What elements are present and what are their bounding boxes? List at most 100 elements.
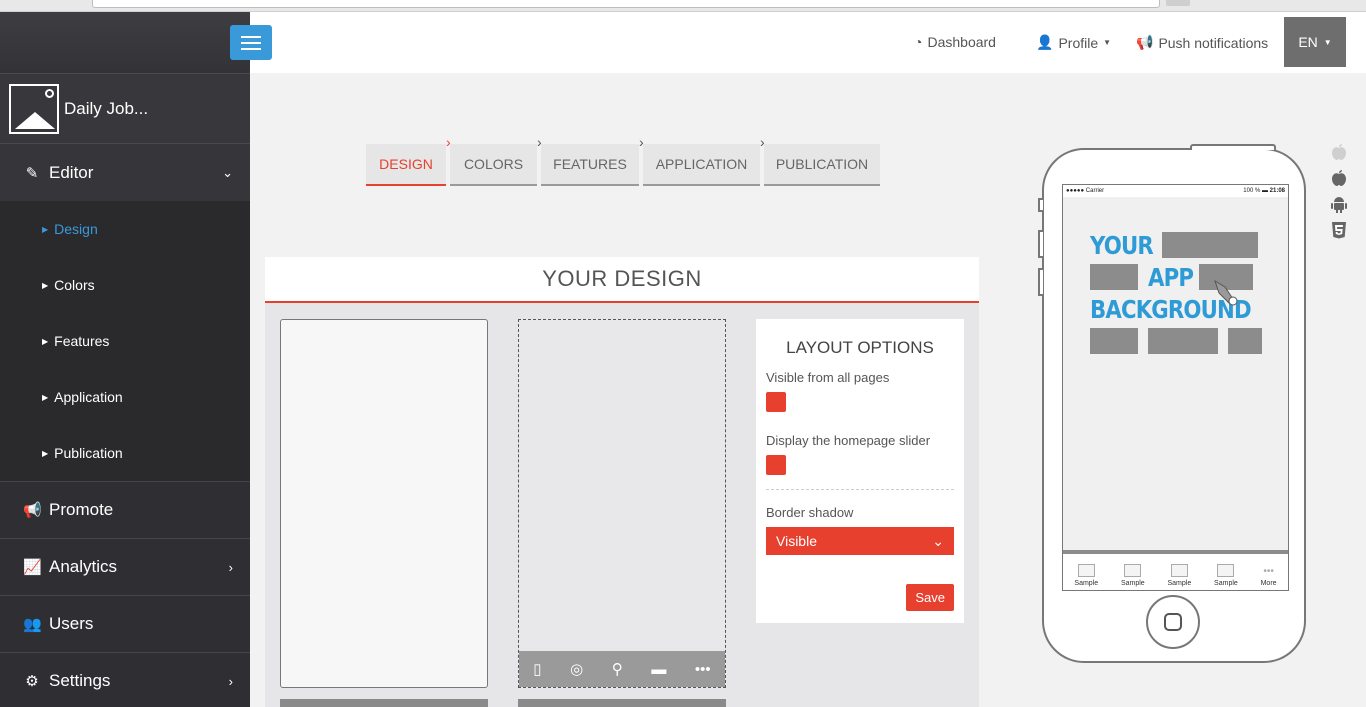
tab-label: Sample [1214,580,1238,587]
sidebar-item-promote[interactable]: 📢 Promote [0,482,250,539]
tab-icon [1124,564,1142,577]
search-icon: ⚲ [611,661,623,678]
phone-screen: ●●●●● Carrier 100 % ▬ 21:08 YOUR APP BAC… [1062,184,1289,591]
layout-preview-selected[interactable] [280,319,488,688]
users-icon: 👥 [23,616,42,633]
step-publication[interactable]: PUBLICATION [764,144,880,186]
language-dropdown[interactable]: EN ▼ [1284,17,1346,67]
subitem-label: Features [54,333,110,349]
page-icon: ▯ [533,661,542,678]
sidebar-subitem-publication[interactable]: ▶ Publication [0,425,250,481]
subitem-label: Design [54,221,98,237]
sidebar-item-settings[interactable]: ⚙ Settings › [0,653,250,707]
nav-profile[interactable]: 👤 Profile ▼ [1036,34,1111,51]
settings-icon: ◎ [570,661,584,678]
ios-legacy-icon[interactable] [1330,142,1348,162]
subitem-label: Colors [54,277,95,293]
preview-tabbar: ▯ ◎ ⚲ ▬ ••• [519,651,725,687]
top-navbar: ◔ Dashboard 👤 Profile ▼ 📢 Push notificat… [250,12,1366,73]
sidebar: Daily Job... ✎ Editor ⌄ ▶ Design ▶ Colors … [0,12,250,707]
phone-side-button [1038,198,1043,212]
step-label: COLORS [463,156,524,172]
phone-tab[interactable]: Sample [1214,564,1238,587]
megaphone-icon: 📢 [1136,34,1154,50]
homepage-slider-checkbox[interactable] [766,455,786,475]
placeholder-bar [1090,328,1138,354]
subitem-label: Application [54,389,123,405]
sidebar-subitem-features[interactable]: ▶ Features [0,313,250,369]
phone-tab-more[interactable]: ••• More [1261,566,1277,587]
sidebar-header [0,12,250,73]
carrier-label: ●●●●● Carrier [1066,188,1105,194]
step-design[interactable]: DESIGN [366,144,446,186]
sidebar-item-editor[interactable]: ✎ Editor ⌄ [0,144,250,201]
app-image-icon [9,83,59,134]
dashboard-icon: ◔ [914,34,923,50]
app-selector[interactable]: Daily Job... [0,73,250,144]
html5-icon[interactable] [1330,220,1348,240]
phone-tab[interactable]: Sample [1167,564,1192,587]
caret-down-icon: ▼ [1103,38,1112,47]
visible-all-pages-checkbox[interactable] [766,392,786,412]
paint-brush-icon [1214,279,1238,306]
menu-toggle-button[interactable] [230,25,272,60]
homepage-slider-label: Display the homepage slider [766,433,931,448]
sidebar-item-label: Analytics [49,557,118,576]
step-colors[interactable]: COLORS [450,144,537,186]
phone-tab[interactable]: Sample [1121,564,1145,587]
tab-label: Sample [1120,580,1145,587]
sidebar-item-analytics[interactable]: 📈 Analytics › [0,539,250,596]
sidebar-item-users[interactable]: 👥 Users [0,596,250,653]
pencil-icon: ✎ [25,164,39,182]
sidebar-item-label: Promote [49,500,114,519]
phone-tabbar: Sample Sample Sample Sample ••• More [1063,550,1288,590]
phone-top-button [1190,144,1276,150]
nav-label: Push notifications [1158,34,1269,51]
address-bar[interactable] [92,0,1160,8]
design-title: YOUR DESIGN [265,257,979,303]
line-chart-icon: 📈 [23,559,42,576]
step-label: PUBLICATION [775,156,869,172]
more-icon: ••• [694,660,711,678]
language-label: EN [1298,34,1318,50]
app-name: Daily Job... [64,98,149,118]
placeholder-bar [1090,264,1138,290]
border-shadow-label: Border shadow [766,505,854,520]
caret-down-icon: ▼ [1323,37,1332,47]
design-panel: YOUR DESIGN ▯ ◎ ⚲ ▬ ••• LAYOUT OPTIONS V… [265,257,979,707]
gears-icon: ⚙ [25,673,39,690]
android-icon[interactable] [1330,194,1348,214]
user-icon: 👤 [1036,34,1054,50]
tab-icon [1217,564,1235,577]
chevron-down-icon: ⌄ [222,164,233,180]
sidebar-subitem-colors[interactable]: ▶ Colors [0,257,250,313]
editor-submenu: ▶ Design ▶ Colors ▶ Features ▶ Application ▶… [0,201,250,482]
step-label: DESIGN [379,156,433,172]
tab-label: Sample [1167,580,1192,587]
divider [766,489,954,490]
nav-dashboard[interactable]: ◔ Dashboard [914,34,996,50]
subitem-label: Publication [54,445,123,461]
chevron-right-icon: › [228,559,233,575]
megaphone-icon: 📢 [23,502,42,519]
border-shadow-select[interactable]: Visible ⌄ [766,527,954,555]
placeholder-bar [1228,328,1262,354]
apple-icon[interactable] [1330,168,1348,188]
phone-side-button [1038,268,1043,296]
phone-side-button [1038,230,1043,258]
layout-preview-option[interactable]: ▯ ◎ ⚲ ▬ ••• [518,319,726,688]
battery-label: 100 % [1243,188,1261,194]
sidebar-item-label: Users [49,614,94,633]
visible-all-pages-label: Visible from all pages [766,370,890,385]
phone-tab[interactable]: Sample [1074,564,1098,587]
sidebar-subitem-design[interactable]: ▶ Design [0,201,250,257]
bg-word: YOUR [1090,230,1154,260]
layout-options-panel: LAYOUT OPTIONS Visible from all pages Di… [756,319,964,623]
nav-push-notifications[interactable]: 📢 Push notifications [1136,34,1268,51]
browser-button[interactable] [1166,0,1190,6]
step-features[interactable]: FEATURES [541,144,639,186]
sidebar-subitem-application[interactable]: ▶ Application [0,369,250,425]
save-button[interactable]: Save [906,584,954,611]
bg-word: APP [1148,262,1194,292]
step-application[interactable]: APPLICATION [643,144,760,186]
